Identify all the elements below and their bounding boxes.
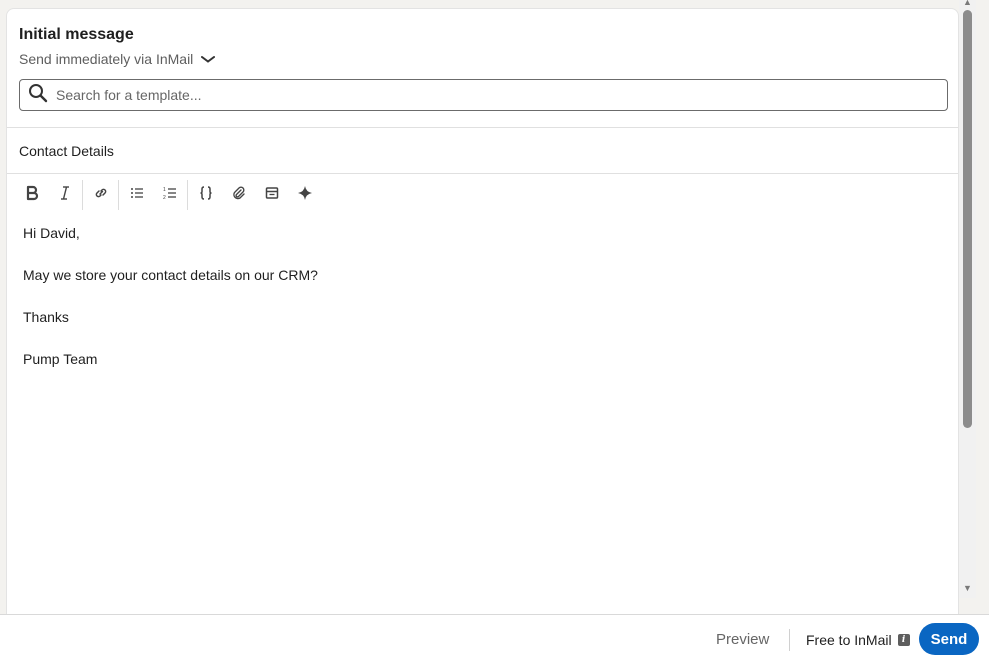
divider [7,173,958,174]
svg-text:1: 1 [163,187,166,193]
bulleted-list-icon [129,185,145,206]
bold-icon [24,185,40,206]
send-mode-label: Send immediately via InMail [19,51,194,67]
scrollbar[interactable]: ▲ ▼ [959,0,976,598]
message-panel: Initial message Send immediately via InM… [6,8,959,614]
link-button[interactable] [84,180,117,210]
ai-assist-button[interactable] [288,180,321,210]
free-inmail-note: Free to InMail i [806,632,910,648]
send-mode-dropdown[interactable]: Send immediately via InMail [19,51,216,67]
link-icon [93,185,109,206]
subject-field[interactable]: Contact Details [19,143,114,159]
bold-button[interactable] [15,180,48,210]
ai-sparkle-icon [297,185,313,206]
message-line: Thanks [23,309,69,325]
italic-button[interactable] [48,180,81,210]
numbered-list-icon: 12 [162,185,178,206]
bulleted-list-button[interactable] [120,180,153,210]
attachment-icon [231,185,247,206]
variables-icon [198,185,214,206]
section-title: Initial message [19,26,134,43]
footer-separator [789,629,790,651]
preview-button[interactable]: Preview [716,631,769,648]
italic-icon [57,185,73,206]
toolbar-separator [82,180,83,210]
search-input[interactable] [56,87,947,103]
scroll-thumb[interactable] [963,10,972,428]
numbered-list-button[interactable]: 12 [153,180,186,210]
divider [7,127,958,128]
info-icon[interactable]: i [897,634,910,646]
formatting-toolbar: 12 [15,179,321,211]
template-button[interactable] [255,180,288,210]
search-icon [28,83,48,108]
header: Initial message [19,26,134,44]
send-button[interactable]: Send [919,623,979,655]
toolbar-separator [118,180,119,210]
free-inmail-label: Free to InMail [806,632,892,648]
composer-window: Initial message Send immediately via InM… [0,0,989,662]
message-line: Pump Team [23,351,98,367]
chevron-down-icon [201,51,216,67]
message-line: Hi David, [23,225,80,241]
template-icon [264,185,280,206]
toolbar-separator [187,180,188,210]
scroll-up-arrow-icon[interactable]: ▲ [963,0,972,7]
scroll-down-arrow-icon[interactable]: ▼ [963,584,972,593]
svg-text:2: 2 [163,195,166,201]
attachment-button[interactable] [222,180,255,210]
footer: Preview Free to InMail i Send [0,614,989,662]
template-search[interactable] [19,79,948,111]
variables-button[interactable] [189,180,222,210]
message-line: May we store your contact details on our… [23,267,318,283]
message-body[interactable]: Hi David, May we store your contact deta… [23,225,318,393]
